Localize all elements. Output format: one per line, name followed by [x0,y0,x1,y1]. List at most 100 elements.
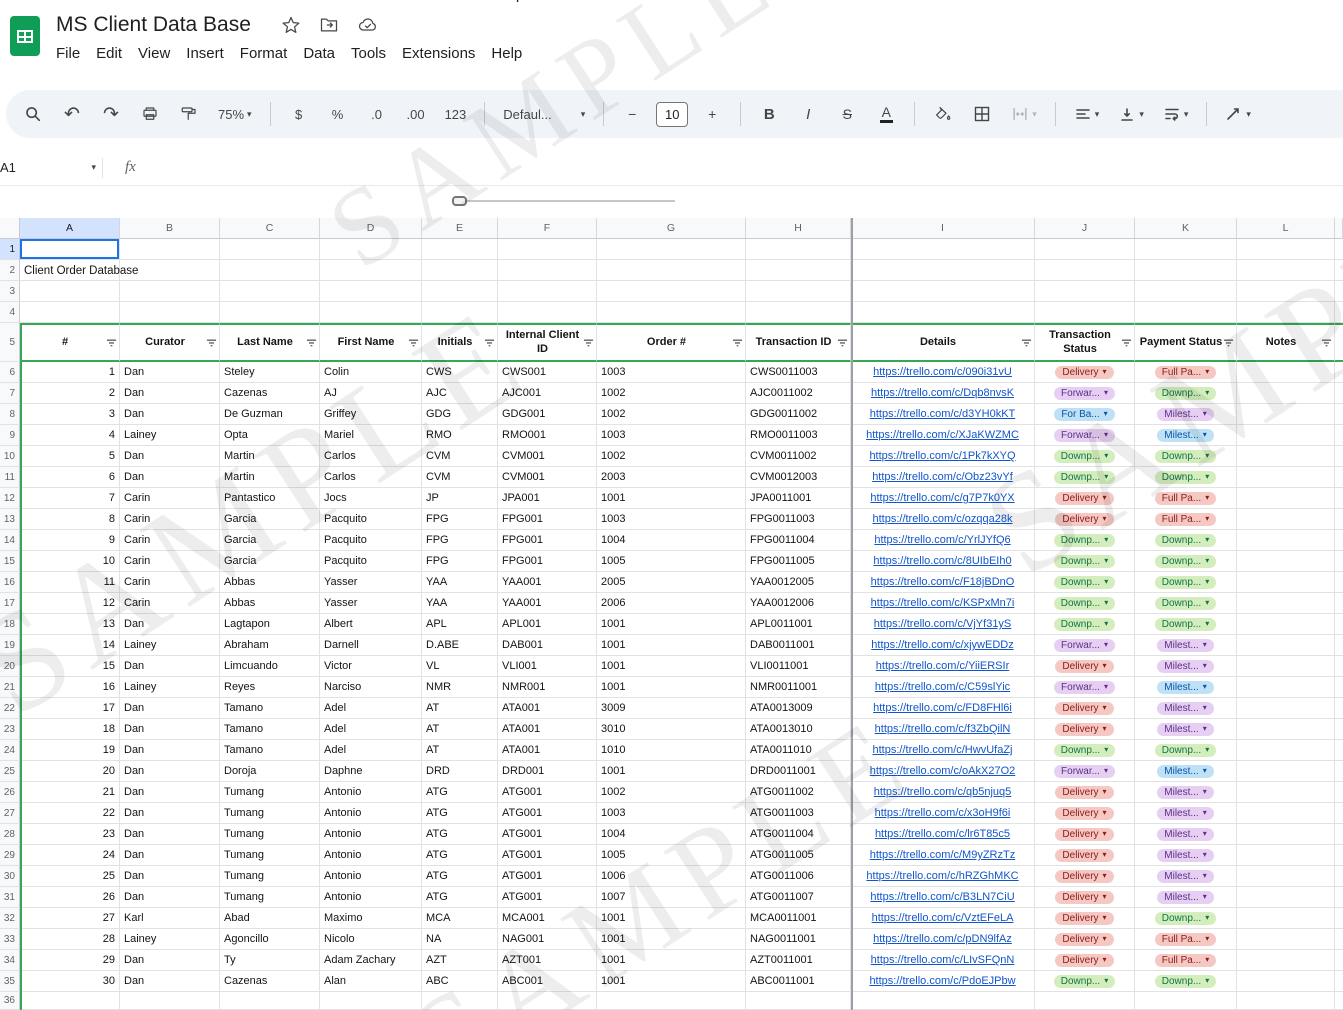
details-link[interactable]: https://trello.com/c/HwvUfaZj [873,744,1013,756]
cell[interactable] [1035,239,1135,260]
status-chip[interactable]: Downp... ▾ [1154,470,1217,484]
cell-details[interactable]: https://trello.com/c/pDN9lfAz [851,929,1035,950]
cell-number[interactable]: 30 [20,971,120,992]
status-chip[interactable]: Delivery ▾ [1055,911,1114,925]
cell[interactable] [220,302,320,323]
cell-transaction-status[interactable]: Forwar... ▾ [1035,425,1135,446]
cell[interactable] [1035,992,1135,1010]
text-wrap-button[interactable]: ▾ [1158,99,1194,129]
status-chip[interactable]: Delivery ▾ [1055,491,1114,505]
cell-payment-status[interactable]: Milest... ▾ [1135,698,1237,719]
cell-last-name[interactable]: Opta [220,425,320,446]
cell-payment-status[interactable]: Downp... ▾ [1135,446,1237,467]
cell-curator[interactable]: Dan [120,404,220,425]
filter-icon[interactable] [106,337,117,348]
cell-order-no[interactable]: 1001 [597,761,746,782]
details-link[interactable]: https://trello.com/c/XJaKWZMC [866,429,1019,441]
row-header-12[interactable]: 12 [0,488,20,509]
cell-payment-status[interactable]: Milest... ▾ [1135,761,1237,782]
document-title[interactable]: MS Client Data Base [56,13,251,37]
search-button[interactable] [18,99,48,129]
column-header-c[interactable]: C [220,218,320,239]
cell-initials[interactable]: CVM [422,467,498,488]
cell-notes[interactable] [1237,656,1335,677]
cell-last-name[interactable]: Tumang [220,824,320,845]
cell[interactable] [746,302,851,323]
details-link[interactable]: https://trello.com/c/xjywEDDz [871,639,1013,651]
cell-notes[interactable] [1237,446,1335,467]
cell-transaction-status[interactable]: Downp... ▾ [1035,446,1135,467]
cell-initials[interactable]: ATG [422,824,498,845]
details-link[interactable]: https://trello.com/c/YiiERSIr [876,660,1009,672]
cell-payment-status[interactable]: Downp... ▾ [1135,593,1237,614]
cell-details[interactable]: https://trello.com/c/PdoEJPbw [851,971,1035,992]
status-chip[interactable]: Downp... ▾ [1154,533,1217,547]
cell-number[interactable]: 16 [20,677,120,698]
cell-details[interactable]: https://trello.com/c/YrlJYfQ6 [851,530,1035,551]
cell-transaction-id[interactable]: NMR0011001 [746,677,851,698]
cell-order-no[interactable]: 1002 [597,404,746,425]
filter-icon[interactable] [1121,337,1132,348]
status-chip[interactable]: Downp... ▾ [1053,743,1116,757]
cell-curator[interactable]: Dan [120,845,220,866]
cell-notes[interactable] [1237,677,1335,698]
cell-payment-status[interactable]: Downp... ▾ [1135,971,1237,992]
row-header-1[interactable]: 1 [0,239,20,260]
cell-first-name[interactable]: Adel [320,698,422,719]
filter-icon[interactable] [732,337,743,348]
cell-number[interactable]: 29 [20,950,120,971]
cell-order-no[interactable]: 1005 [597,551,746,572]
cell-last-name[interactable]: Lagtapon [220,614,320,635]
cell-first-name[interactable]: Yasser [320,572,422,593]
table-header-internal-client-id[interactable]: Internal Client ID [498,323,597,362]
cell-initials[interactable]: AJC [422,383,498,404]
cell-curator[interactable]: Carin [120,509,220,530]
cell-number[interactable]: 27 [20,908,120,929]
cell-notes[interactable] [1237,845,1335,866]
cell-number[interactable]: 11 [20,572,120,593]
cell[interactable] [597,281,746,302]
cell-number[interactable]: 1 [20,362,120,383]
menu-data[interactable]: Data [295,43,343,64]
filter-icon[interactable] [1223,337,1234,348]
cell-internal-client-id[interactable]: CWS001 [498,362,597,383]
menu-format[interactable]: Format [232,43,296,64]
status-chip[interactable]: Downp... ▾ [1053,470,1116,484]
cell-transaction-status[interactable]: Delivery ▾ [1035,488,1135,509]
filter-icon[interactable] [1321,337,1332,348]
status-chip[interactable]: Delivery ▾ [1055,701,1114,715]
cell-internal-client-id[interactable]: CVM001 [498,467,597,488]
column-header-g[interactable]: G [597,218,746,239]
details-link[interactable]: https://trello.com/c/qb5njuq5 [874,786,1012,798]
row-header-20[interactable]: 20 [0,656,20,677]
cell-details[interactable]: https://trello.com/c/Dqb8nvsK [851,383,1035,404]
cell-curator[interactable]: Dan [120,824,220,845]
paint-format-button[interactable] [174,99,204,129]
status-chip[interactable]: Forwar... ▾ [1054,764,1115,778]
status-chip[interactable]: Delivery ▾ [1055,365,1114,379]
row-header-6[interactable]: 6 [0,362,20,383]
row-header-27[interactable]: 27 [0,803,20,824]
cell[interactable] [851,992,1035,1010]
cell[interactable] [320,992,422,1010]
status-chip[interactable]: Full Pa... ▾ [1154,491,1217,505]
row-header-9[interactable]: 9 [0,425,20,446]
cell-internal-client-id[interactable]: ATG001 [498,824,597,845]
cell-payment-status[interactable]: Downp... ▾ [1135,572,1237,593]
cell-last-name[interactable]: Garcia [220,530,320,551]
fill-color-button[interactable] [928,99,958,129]
cell[interactable] [20,302,120,323]
status-chip[interactable]: Downp... ▾ [1154,974,1217,988]
row-header-35[interactable]: 35 [0,971,20,992]
cell[interactable] [1237,260,1335,281]
cell[interactable] [1135,260,1237,281]
cell-number[interactable]: 10 [20,551,120,572]
row-header-15[interactable]: 15 [0,551,20,572]
table-header-[interactable]: # [20,323,120,362]
table-header-initials[interactable]: Initials [422,323,498,362]
cell-transaction-id[interactable]: ATG0011005 [746,845,851,866]
row-header-34[interactable]: 34 [0,950,20,971]
cell-transaction-id[interactable]: FPG0011003 [746,509,851,530]
cell[interactable] [851,302,1035,323]
cell-last-name[interactable]: Abbas [220,593,320,614]
